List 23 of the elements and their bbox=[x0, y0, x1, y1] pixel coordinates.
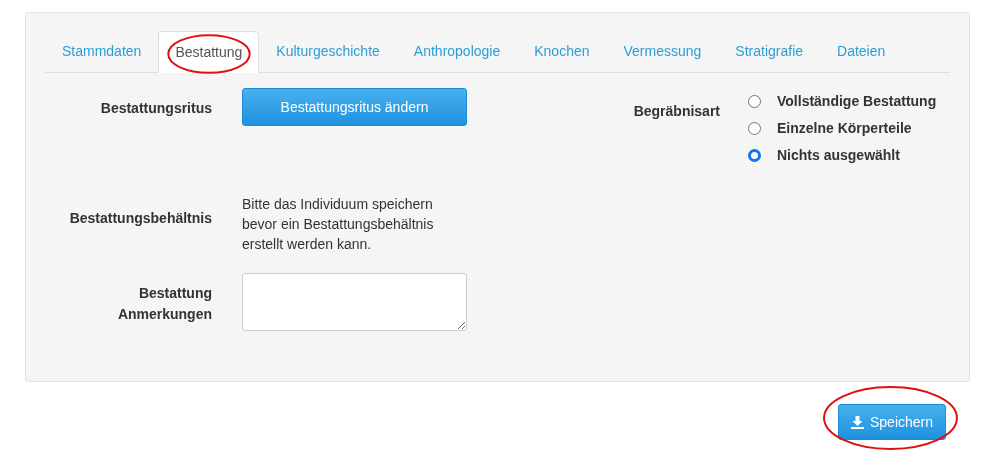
tab[interactable]: Bestattung bbox=[158, 31, 260, 73]
field-label: Bestattungsbehältnis bbox=[68, 209, 212, 228]
tab[interactable]: Stratigrafie bbox=[718, 31, 821, 72]
notes-field[interactable] bbox=[242, 273, 467, 331]
tab[interactable]: Anthropologie bbox=[396, 31, 518, 72]
radio-button[interactable] bbox=[748, 121, 761, 135]
save-button[interactable]: Speichern bbox=[838, 404, 947, 440]
radio-button[interactable] bbox=[748, 94, 761, 108]
radio-label: Nichts ausgewählt bbox=[777, 145, 900, 165]
tab[interactable]: Vermessung bbox=[606, 31, 719, 72]
change-rite-button[interactable]: Bestattungsritus ändern bbox=[242, 88, 467, 126]
field-label: Begräbnisart bbox=[632, 102, 720, 121]
field-label: Bestattungsritus bbox=[99, 99, 212, 118]
field-label: Bestattung Anmerkungen bbox=[116, 284, 212, 324]
download-icon bbox=[851, 415, 864, 429]
info-text: Bitte das Individuum speichern bevor ein Bestattungsbehältnis erstellt werden kann. bbox=[242, 195, 435, 254]
radio-label: Einzelne Körperteile bbox=[777, 118, 912, 138]
tab[interactable]: Kulturgeschichte bbox=[259, 31, 397, 72]
radio-label: Vollständige Bestattung bbox=[777, 91, 937, 111]
tab[interactable]: Dateien bbox=[820, 31, 903, 72]
radio-button[interactable] bbox=[748, 148, 761, 162]
tab[interactable]: Knochen bbox=[517, 31, 607, 72]
tab[interactable]: Stammdaten bbox=[45, 31, 159, 72]
